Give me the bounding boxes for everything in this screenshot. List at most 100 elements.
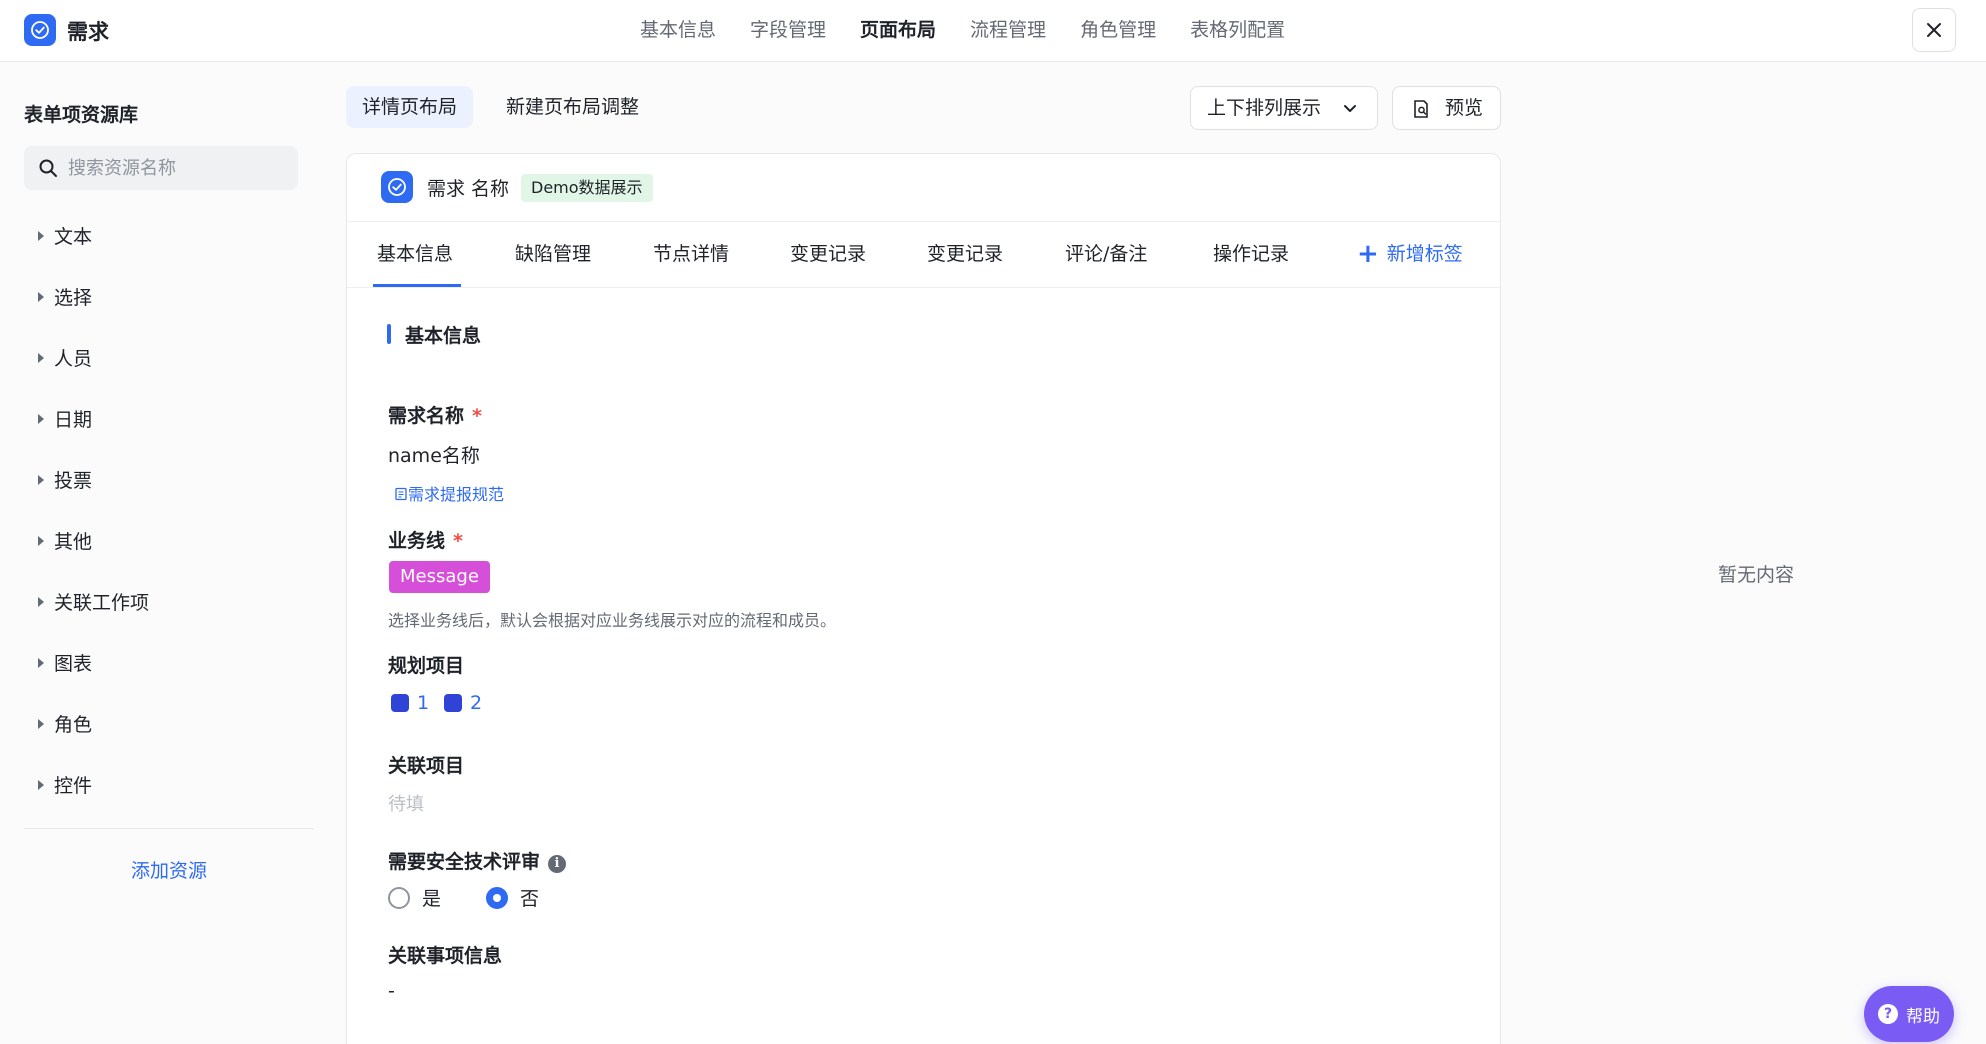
nav-table-column-config[interactable]: 表格列配置 — [1190, 0, 1285, 62]
project-square-icon — [391, 694, 409, 712]
caret-right-icon — [38, 658, 44, 668]
add-resource-link[interactable]: 添加资源 — [24, 856, 314, 883]
caret-right-icon — [38, 597, 44, 607]
category-label: 选择 — [54, 287, 93, 309]
empty-state-text: 暂无内容 — [1718, 564, 1795, 586]
category-chart[interactable]: 图表 — [24, 649, 314, 710]
detail-tab-comments[interactable]: 评论/备注 — [1065, 222, 1147, 288]
field-value-related-info: - — [388, 980, 395, 1002]
category-vote[interactable]: 投票 — [24, 466, 314, 527]
nav-field-management[interactable]: 字段管理 — [750, 0, 826, 62]
caret-right-icon — [38, 780, 44, 790]
nav-page-layout[interactable]: 页面布局 — [860, 0, 936, 62]
layout-select[interactable]: 上下排列展示 — [1190, 86, 1378, 130]
category-label: 投票 — [54, 470, 93, 492]
card-title: 需求 名称 — [427, 178, 510, 200]
field-label-business-line: 业务线 * — [388, 530, 463, 552]
requirement-logo-icon — [381, 171, 413, 203]
category-text[interactable]: 文本 — [24, 222, 314, 283]
required-mark: * — [453, 530, 463, 552]
caret-right-icon — [38, 353, 44, 363]
category-label: 文本 — [54, 226, 93, 248]
search-box[interactable] — [24, 146, 298, 190]
nav-role-management[interactable]: 角色管理 — [1080, 0, 1156, 62]
sidebar-title: 表单项资源库 — [24, 104, 139, 126]
category-role[interactable]: 角色 — [24, 710, 314, 771]
category-widget[interactable]: 控件 — [24, 771, 314, 832]
detail-tab-change-log[interactable]: 变更记录 — [790, 222, 866, 288]
radio-yes[interactable]: 是 — [388, 884, 441, 911]
add-tab-label: 新增标签 — [1386, 243, 1463, 265]
caret-right-icon — [38, 719, 44, 729]
layout-preview-card: 需求 名称 Demo数据展示 基本信息 缺陷管理 节点详情 变更记录 变更记录 … — [346, 153, 1501, 1044]
category-label: 角色 — [54, 714, 93, 736]
close-icon — [1927, 23, 1941, 37]
close-button[interactable] — [1912, 8, 1956, 52]
category-label: 其他 — [54, 531, 93, 553]
preview-label: 预览 — [1445, 97, 1484, 119]
preview-button[interactable]: 预览 — [1392, 86, 1501, 130]
plan-project-item[interactable]: 1 — [391, 692, 429, 714]
field-label-security-review: 需要安全技术评审 i — [388, 847, 567, 874]
field-label-related-project: 关联项目 — [388, 755, 465, 777]
radio-circle-icon — [388, 886, 410, 909]
caret-right-icon — [38, 414, 44, 424]
demo-badge: Demo数据展示 — [521, 174, 653, 202]
category-person[interactable]: 人员 — [24, 344, 314, 405]
app-title: 需求 — [67, 20, 109, 44]
category-list: 文本 选择 人员 日期 投票 其他 关联工作项 图表 角色 控件 — [24, 222, 314, 832]
detail-tab-defects[interactable]: 缺陷管理 — [515, 222, 591, 288]
card-header: 需求 名称 Demo数据展示 — [347, 154, 1500, 222]
category-date[interactable]: 日期 — [24, 405, 314, 466]
category-other[interactable]: 其他 — [24, 527, 314, 588]
top-nav: 基本信息 字段管理 页面布局 流程管理 角色管理 表格列配置 — [640, 0, 1319, 62]
category-label: 关联工作项 — [54, 592, 150, 614]
caret-right-icon — [38, 475, 44, 485]
search-icon — [39, 159, 57, 177]
help-label: 帮助 — [1906, 1006, 1940, 1027]
related-project-placeholder[interactable]: 待填 — [388, 790, 424, 816]
caret-right-icon — [38, 231, 44, 241]
category-label: 人员 — [54, 348, 93, 370]
category-select[interactable]: 选择 — [24, 283, 314, 344]
field-label-plan-project: 规划项目 — [388, 655, 465, 677]
category-label: 图表 — [54, 653, 93, 675]
detail-tab-node-details[interactable]: 节点详情 — [653, 222, 729, 288]
project-square-icon — [444, 694, 462, 712]
app-logo-icon — [24, 14, 56, 46]
plus-icon: + — [1357, 239, 1379, 269]
section-accent-bar — [387, 324, 391, 344]
plan-project-item[interactable]: 2 — [444, 692, 482, 714]
search-input[interactable] — [68, 146, 288, 190]
tab-detail-layout[interactable]: 详情页布局 — [346, 86, 474, 128]
top-header: 需求 基本信息 字段管理 页面布局 流程管理 角色管理 表格列配置 — [0, 0, 1986, 62]
radio-selected-icon — [486, 886, 508, 909]
preview-document-icon — [1414, 100, 1428, 118]
nav-basic-info[interactable]: 基本信息 — [640, 0, 716, 62]
requirement-spec-link[interactable]: 需求提报规范 — [394, 481, 504, 505]
required-mark: * — [472, 405, 482, 427]
detail-tab-basic-info[interactable]: 基本信息 — [377, 222, 453, 288]
field-value-name[interactable]: name名称 — [388, 441, 480, 468]
category-linked-work-item[interactable]: 关联工作项 — [24, 588, 314, 649]
caret-right-icon — [38, 292, 44, 302]
tab-create-layout[interactable]: 新建页布局调整 — [490, 86, 655, 128]
section-title: 基本信息 — [405, 325, 482, 347]
help-button[interactable]: ? 帮助 — [1864, 986, 1954, 1042]
nav-workflow-management[interactable]: 流程管理 — [970, 0, 1046, 62]
add-tab-button[interactable]: + 新增标签 — [1357, 222, 1463, 288]
active-tab-indicator — [373, 284, 461, 287]
chevron-down-icon — [1344, 105, 1356, 112]
caret-right-icon — [38, 536, 44, 546]
question-icon: ? — [1878, 1004, 1898, 1024]
resource-library-sidebar: 表单项资源库 文本 选择 人员 日期 投票 其他 关联工作项 图表 角色 控件 … — [0, 62, 330, 1044]
radio-no[interactable]: 否 — [486, 884, 539, 911]
info-icon[interactable]: i — [548, 855, 567, 873]
business-line-tag[interactable]: Message — [389, 561, 490, 593]
document-icon — [395, 487, 407, 501]
field-label-name: 需求名称 * — [388, 405, 482, 427]
layout-select-value: 上下排列展示 — [1207, 97, 1322, 119]
detail-tab-change-log-2[interactable]: 变更记录 — [927, 222, 1003, 288]
detail-tabs: 基本信息 缺陷管理 节点详情 变更记录 变更记录 评论/备注 操作记录 + 新增标… — [347, 222, 1500, 288]
detail-tab-operation-log[interactable]: 操作记录 — [1213, 222, 1289, 288]
